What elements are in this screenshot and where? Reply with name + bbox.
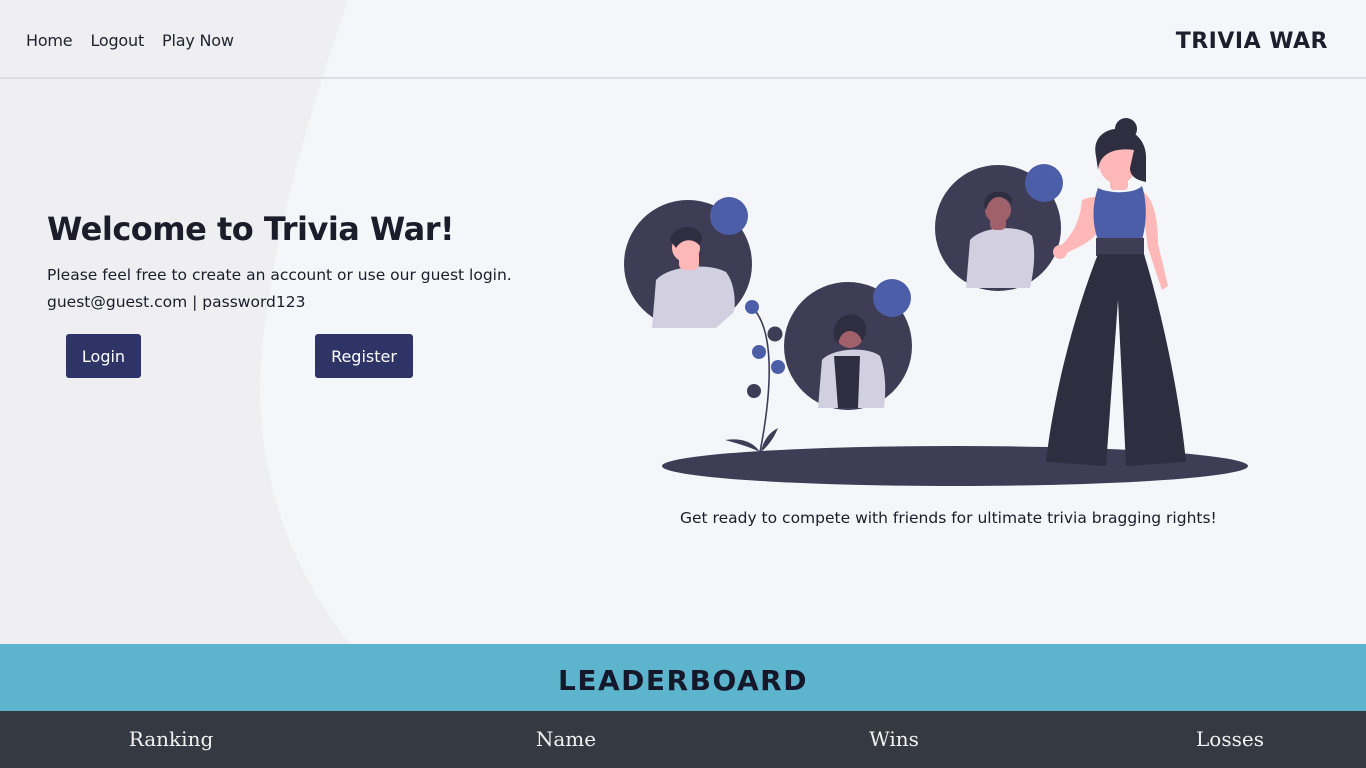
nav-links: Home Logout Play Now (26, 31, 234, 50)
login-button[interactable]: Login (66, 334, 141, 378)
leaderboard-table-header: Ranking Name Wins Losses (0, 711, 1366, 768)
column-header-wins[interactable]: Wins (869, 727, 919, 751)
column-header-losses[interactable]: Losses (1196, 727, 1264, 751)
column-header-name[interactable]: Name (536, 727, 596, 751)
avatar-circle-left (624, 197, 752, 328)
leaderboard-banner: LEADERBOARD (0, 644, 1366, 711)
register-button[interactable]: Register (315, 334, 413, 378)
nav-link-logout[interactable]: Logout (90, 31, 144, 50)
guest-credentials: guest@guest.com | password123 (47, 293, 306, 311)
nav-link-home[interactable]: Home (26, 31, 73, 50)
avatar-circle-right (935, 164, 1063, 291)
hero-description: Please feel free to create an account or… (47, 266, 512, 284)
standing-woman-figure (1046, 118, 1186, 466)
hero-title: Welcome to Trivia War! (47, 210, 455, 248)
nav-link-play-now[interactable]: Play Now (162, 31, 234, 50)
friends-connecting-illustration (624, 118, 1248, 486)
hero-tagline: Get ready to compete with friends for ul… (680, 509, 1217, 527)
avatar-circle-middle (784, 279, 912, 410)
hero-intro: Welcome to Trivia War! Please feel free … (47, 210, 567, 316)
leaderboard-title: LEADERBOARD (558, 664, 808, 697)
brand-logo-text[interactable]: TRIVIA WAR (1176, 29, 1328, 54)
plant-icon (725, 300, 785, 453)
top-navbar: Home Logout Play Now TRIVIA WAR (0, 0, 1366, 79)
page: Home Logout Play Now TRIVIA WAR Welcome … (0, 0, 1366, 768)
column-header-ranking[interactable]: Ranking (129, 727, 214, 751)
